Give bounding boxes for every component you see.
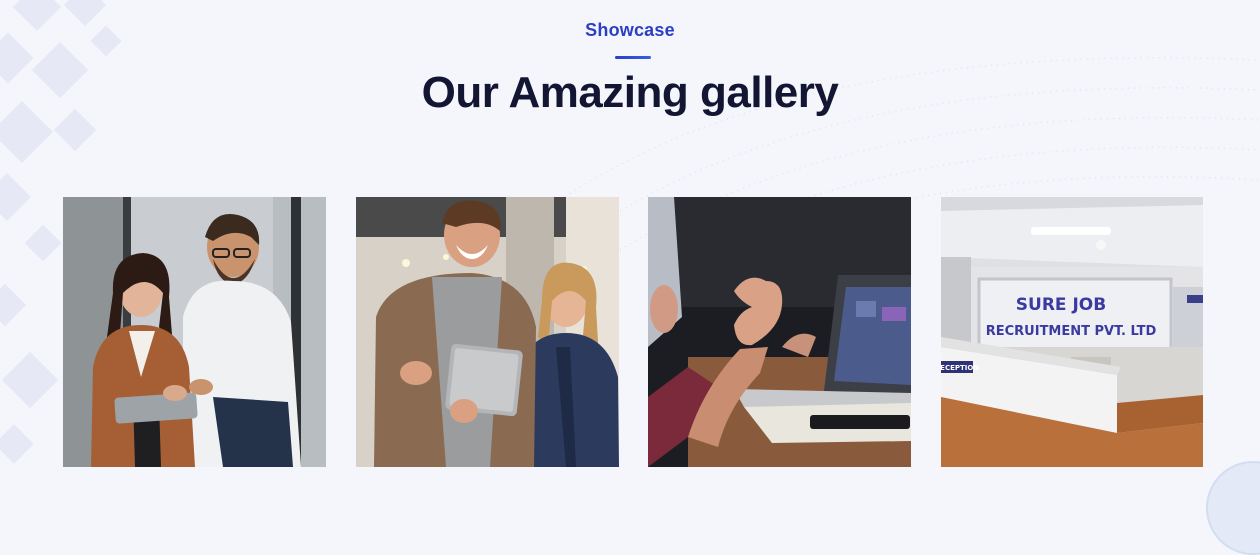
section-eyebrow: Showcase [585, 20, 675, 40]
reception-sign-line1: SURE JOB [1016, 295, 1106, 315]
gallery-photo-colleagues-tablet[interactable] [63, 197, 326, 467]
gallery-photo-meeting-laptop[interactable] [648, 197, 911, 467]
gallery-grid: SURE JOB RECRUITMENT PVT. LTD RECEPTION [63, 197, 1203, 467]
scroll-to-top-bubble[interactable] [1206, 461, 1260, 555]
eyebrow-underline [615, 56, 651, 59]
reception-sign-line2: RECRUITMENT PVT. LTD [986, 324, 1157, 339]
reception-label: RECEPTION [941, 364, 979, 372]
section-title: Our Amazing gallery [421, 68, 839, 117]
gallery-photo-reception-desk[interactable]: SURE JOB RECRUITMENT PVT. LTD RECEPTION [941, 197, 1203, 467]
gallery-photo-team-tablet-smiling[interactable] [356, 197, 619, 467]
